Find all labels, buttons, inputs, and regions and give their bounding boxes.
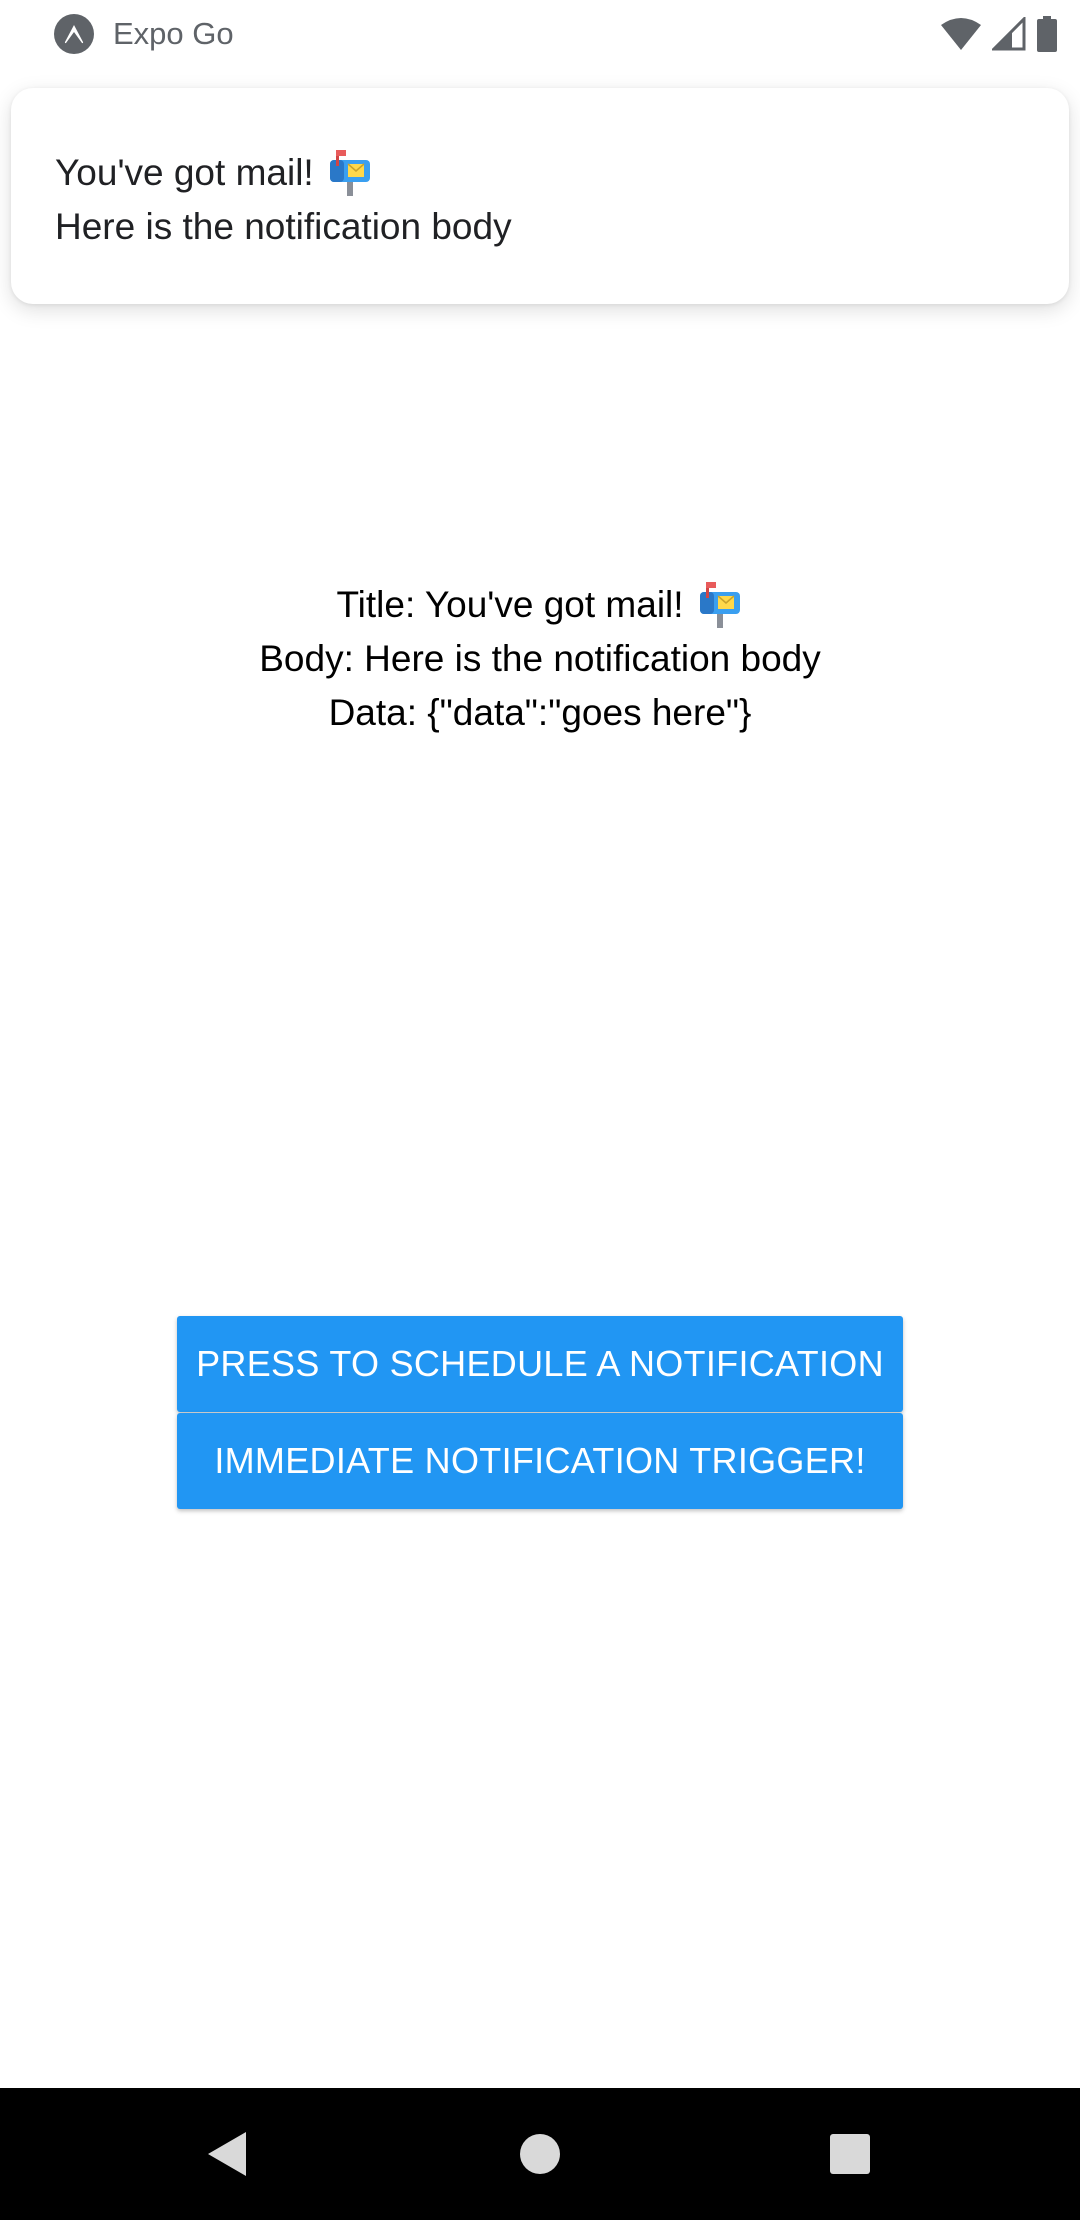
battery-icon (1036, 16, 1058, 52)
navigation-bar (0, 2088, 1080, 2220)
immediate-notification-button[interactable]: IMMEDIATE NOTIFICATION TRIGGER! (177, 1413, 903, 1509)
info-title-text: Title: You've got mail! (336, 584, 684, 625)
info-data-line: Data: {"data":"goes here"} (328, 692, 752, 733)
info-title-line: Title: You've got mail! (0, 578, 1080, 632)
notification-title-text: You've got mail! (55, 152, 314, 193)
home-icon[interactable] (504, 2118, 576, 2190)
info-body-line: Body: Here is the notification body (259, 638, 821, 679)
notification-title: You've got mail! (55, 146, 1069, 200)
schedule-notification-button[interactable]: PRESS TO SCHEDULE A NOTIFICATION (177, 1316, 903, 1412)
app-name: Expo Go (113, 16, 234, 51)
status-icons (940, 14, 1058, 54)
wifi-icon (940, 17, 982, 51)
mailbox-icon (699, 582, 740, 628)
back-icon[interactable] (191, 2118, 263, 2190)
notification-info: Title: You've got mail! Body: Here is th… (0, 578, 1080, 740)
expo-logo-icon (54, 14, 94, 54)
recents-icon[interactable] (814, 2118, 886, 2190)
status-bar: Expo Go (0, 0, 1080, 68)
heads-up-notification[interactable]: You've got mail! Here is the notificatio… (11, 88, 1069, 304)
cell-signal-icon (992, 17, 1026, 51)
mailbox-icon (329, 150, 370, 196)
screen: Expo Go You've got mail! Here is the not… (0, 0, 1080, 2220)
notification-body: Here is the notification body (55, 206, 512, 247)
